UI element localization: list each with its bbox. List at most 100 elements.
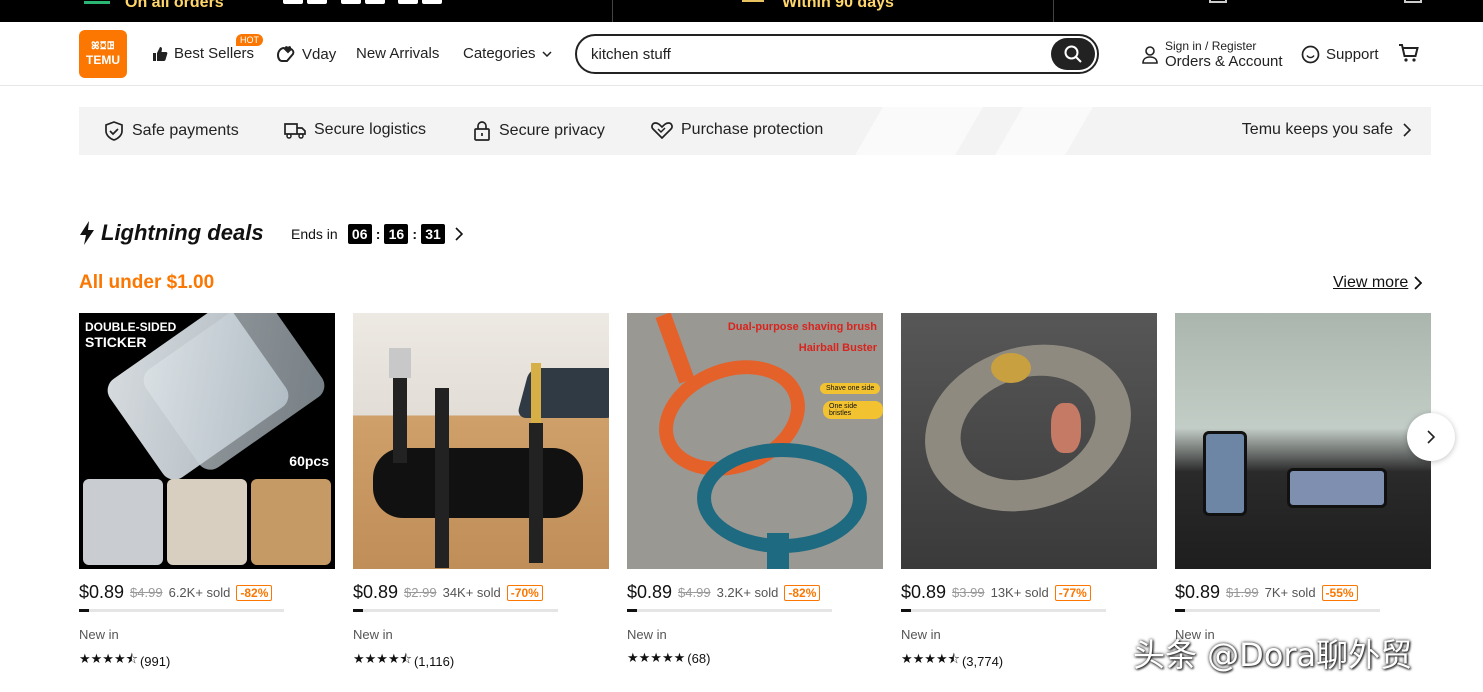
progress-bar: [627, 609, 832, 612]
discount-badge: -82%: [784, 584, 821, 601]
truck-icon: [284, 123, 306, 139]
product-card[interactable]: Dual-purpose shaving brush Hairball Bust…: [627, 313, 883, 666]
countdown-digit-box: [422, 0, 442, 4]
carousel-next-button[interactable]: [1407, 413, 1455, 461]
promo-bar[interactable]: On all orders Within 90 days: [0, 0, 1483, 22]
progress-fill: [353, 609, 364, 612]
chevron-right-icon: [455, 227, 464, 241]
safety-label: Secure privacy: [499, 122, 605, 139]
temu-keeps-you-safe-link[interactable]: Temu keeps you safe: [1242, 121, 1411, 139]
progress-bar: [901, 609, 1106, 612]
product-image[interactable]: [901, 313, 1157, 569]
brush-handle: [767, 533, 789, 569]
product-card[interactable]: $0.89 $1.99 7K+ sold -55% New in: [1175, 313, 1431, 650]
product-image[interactable]: DOUBLE-SIDED STICKER 60pcs: [79, 313, 335, 569]
review-count: (68): [687, 650, 711, 666]
lightning-deals-title[interactable]: Lightning deals: [79, 220, 264, 246]
countdown-digit-box: [365, 0, 385, 4]
heart-handshake-icon: [651, 122, 673, 139]
countdown-seconds: 31: [421, 224, 446, 244]
search-button[interactable]: [1051, 38, 1095, 70]
product-image[interactable]: [353, 313, 609, 569]
lightning-deals-label: Lightning deals: [101, 220, 264, 245]
product-image[interactable]: Dual-purpose shaving brush Hairball Bust…: [627, 313, 883, 569]
thumb: [167, 479, 247, 565]
brush-handle: [655, 313, 695, 384]
check-icon: [84, 0, 110, 4]
price-row: $0.89 $2.99 34K+ sold -70%: [353, 582, 609, 603]
support-link[interactable]: Support: [1301, 45, 1379, 64]
progress-fill: [627, 609, 638, 612]
sign-in-label: Sign in / Register: [1165, 39, 1257, 53]
image-caption: Dual-purpose shaving brush: [727, 321, 877, 333]
original-price: $4.99: [130, 585, 163, 600]
nav-vday[interactable]: Vday: [276, 45, 336, 63]
safety-strip[interactable]: Safe payments Secure logistics Secure pr…: [79, 107, 1431, 155]
price-row: $0.89 $3.99 13K+ sold -77%: [901, 582, 1157, 603]
original-price: $3.99: [952, 585, 985, 600]
gift-icon: [1404, 0, 1422, 3]
thumb: [83, 479, 163, 565]
original-price: $4.99: [678, 585, 711, 600]
new-in-label: New in: [353, 627, 393, 642]
product-card[interactable]: $0.89 $2.99 34K+ sold -70% New in ★★★★⯪ …: [353, 313, 609, 672]
cable-shape: [435, 388, 449, 568]
star-rating: ★★★★⯪: [79, 651, 138, 666]
original-price: $1.99: [1226, 585, 1259, 600]
review-count: (3,774): [961, 653, 1004, 669]
countdown-digit-box: [398, 0, 418, 4]
nav-best-sellers-label: Best Sellers: [174, 45, 255, 62]
safety-item-privacy: Secure privacy: [473, 121, 605, 141]
original-price: $2.99: [404, 585, 437, 600]
product-image[interactable]: [1175, 313, 1431, 569]
product-card[interactable]: $0.89 $3.99 13K+ sold -77% New in ★★★★⯪ …: [901, 313, 1157, 672]
promo-returns-text: Within 90 days: [782, 0, 894, 11]
sold-count: 13K+ sold: [990, 585, 1049, 600]
product-card[interactable]: DOUBLE-SIDED STICKER 60pcs $0.89 $4.99 6…: [79, 313, 335, 672]
cable-shape: [393, 373, 407, 463]
nav-new-arrivals[interactable]: New Arrivals: [356, 45, 439, 62]
thumb: [251, 479, 331, 565]
chevron-down-icon: [542, 50, 552, 57]
new-in-label: New in: [79, 627, 119, 642]
image-caption: One side bristles: [823, 401, 883, 419]
price: $0.89: [901, 582, 947, 602]
progress-fill: [1175, 609, 1186, 612]
decor-stripe: [995, 107, 1093, 155]
countdown-hours: 06: [347, 224, 372, 244]
bracelet-rose: [1051, 403, 1081, 453]
nav-categories[interactable]: Categories: [463, 45, 552, 62]
cart-button[interactable]: [1398, 43, 1420, 68]
temu-logo[interactable]: ꕤꗞꖸ TEMU: [79, 30, 127, 78]
hot-badge: HOT: [236, 34, 263, 46]
countdown-colon: :: [412, 226, 418, 242]
bracelet-gold: [991, 353, 1031, 383]
image-caption: DOUBLE-SIDED: [85, 320, 177, 334]
keep-safe-label: Temu keeps you safe: [1241, 121, 1393, 138]
new-in-label: New in: [901, 627, 941, 642]
deals-subtitle: All under $1.00: [79, 272, 215, 293]
rating: ★★★★⯪ (1,116): [353, 650, 609, 672]
sold-count: 6.2K+ sold: [168, 585, 231, 600]
image-caption: Hairball Buster: [798, 342, 877, 354]
search-input[interactable]: [591, 36, 1041, 72]
account-menu[interactable]: Sign in / Register Orders & Account: [1142, 40, 1283, 69]
promo-divider: [1053, 0, 1054, 22]
countdown-digit-box: [341, 0, 361, 4]
nav-categories-label: Categories: [463, 45, 536, 62]
view-more-link[interactable]: View more: [1333, 274, 1423, 292]
progress-bar: [1175, 609, 1380, 612]
discount-badge: -55%: [1321, 584, 1358, 601]
jack-plug: [531, 363, 541, 423]
phone-shape: [1203, 431, 1247, 516]
search-bar[interactable]: [575, 34, 1099, 74]
image-caption: STICKER: [85, 334, 147, 350]
nav-best-sellers[interactable]: Best Sellers: [152, 45, 254, 62]
progress-fill: [79, 609, 90, 612]
deal-countdown[interactable]: Ends in 06 : 16 : 31: [291, 224, 464, 244]
nav-new-arrivals-label: New Arrivals: [356, 45, 440, 62]
decor-stripe: [855, 107, 983, 155]
cable-shape: [529, 423, 543, 563]
safety-item-protection: Purchase protection: [651, 121, 823, 139]
nav-vday-label: Vday: [302, 45, 337, 63]
